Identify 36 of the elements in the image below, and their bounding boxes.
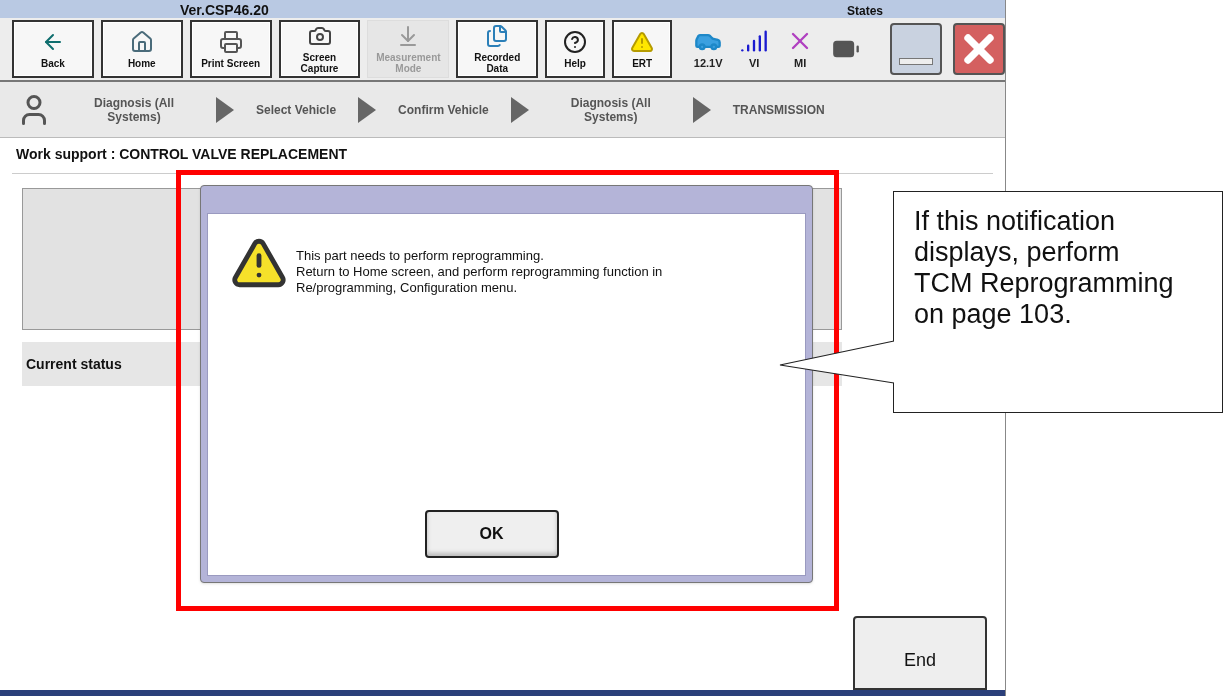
- house-icon: [129, 29, 154, 54]
- breadcrumb-step: Diagnosis (All Systems): [550, 95, 671, 124]
- files-icon: [485, 24, 510, 48]
- breadcrumb-step: Diagnosis (All Systems): [74, 95, 194, 124]
- breadcrumb-step: TRANSMISSION: [732, 102, 825, 117]
- states-label: States: [846, 4, 883, 18]
- status-label: VI: [748, 55, 760, 71]
- version-label: Ver.CSP46.20: [180, 2, 269, 18]
- ok-button[interactable]: OK: [424, 510, 559, 558]
- toolbar-button[interactable]: Back: [12, 20, 94, 78]
- minimize-icon: [899, 58, 934, 65]
- end-button[interactable]: End: [853, 616, 987, 690]
- status-label: MI: [794, 55, 807, 71]
- callout-text: If this notification displays, perform TCM Reprogramming on page 103.: [914, 206, 1175, 330]
- printer-icon: [218, 29, 243, 54]
- step-arrow-icon: [358, 96, 377, 123]
- step-arrow-icon: [692, 96, 711, 123]
- breadcrumb-step: Confirm Vehicle: [398, 102, 489, 117]
- toolbar-button[interactable]: Help: [545, 20, 606, 78]
- dialog-message: This part needs to perform reprogramming. Return to Home screen, and perform reprogramming function in Re/programming, Configuration menu.: [296, 247, 663, 296]
- breadcrumb-step: Select Vehicle: [256, 102, 337, 117]
- toolbar-button[interactable]: Recorded Data: [456, 20, 539, 78]
- toolbar-button[interactable]: Home: [100, 20, 183, 78]
- step-arrow-icon: [216, 96, 234, 123]
- toolbar-button[interactable]: Print Screen: [189, 20, 272, 78]
- camera-icon: [307, 24, 332, 48]
- toolbar-button[interactable]: Screen Capture: [278, 20, 361, 78]
- step-arrow-icon: [510, 96, 529, 123]
- close-button[interactable]: [953, 23, 1005, 75]
- page-title: Work support : CONTROL VALVE REPLACEMENT: [16, 145, 349, 164]
- current-status-label: Current status: [26, 354, 122, 374]
- status-label: 12.1V: [693, 55, 723, 71]
- warning-icon: [630, 29, 655, 54]
- toolbar-button[interactable]: ERT: [612, 20, 673, 78]
- help-icon: [563, 29, 588, 54]
- minimize-button[interactable]: [890, 23, 943, 75]
